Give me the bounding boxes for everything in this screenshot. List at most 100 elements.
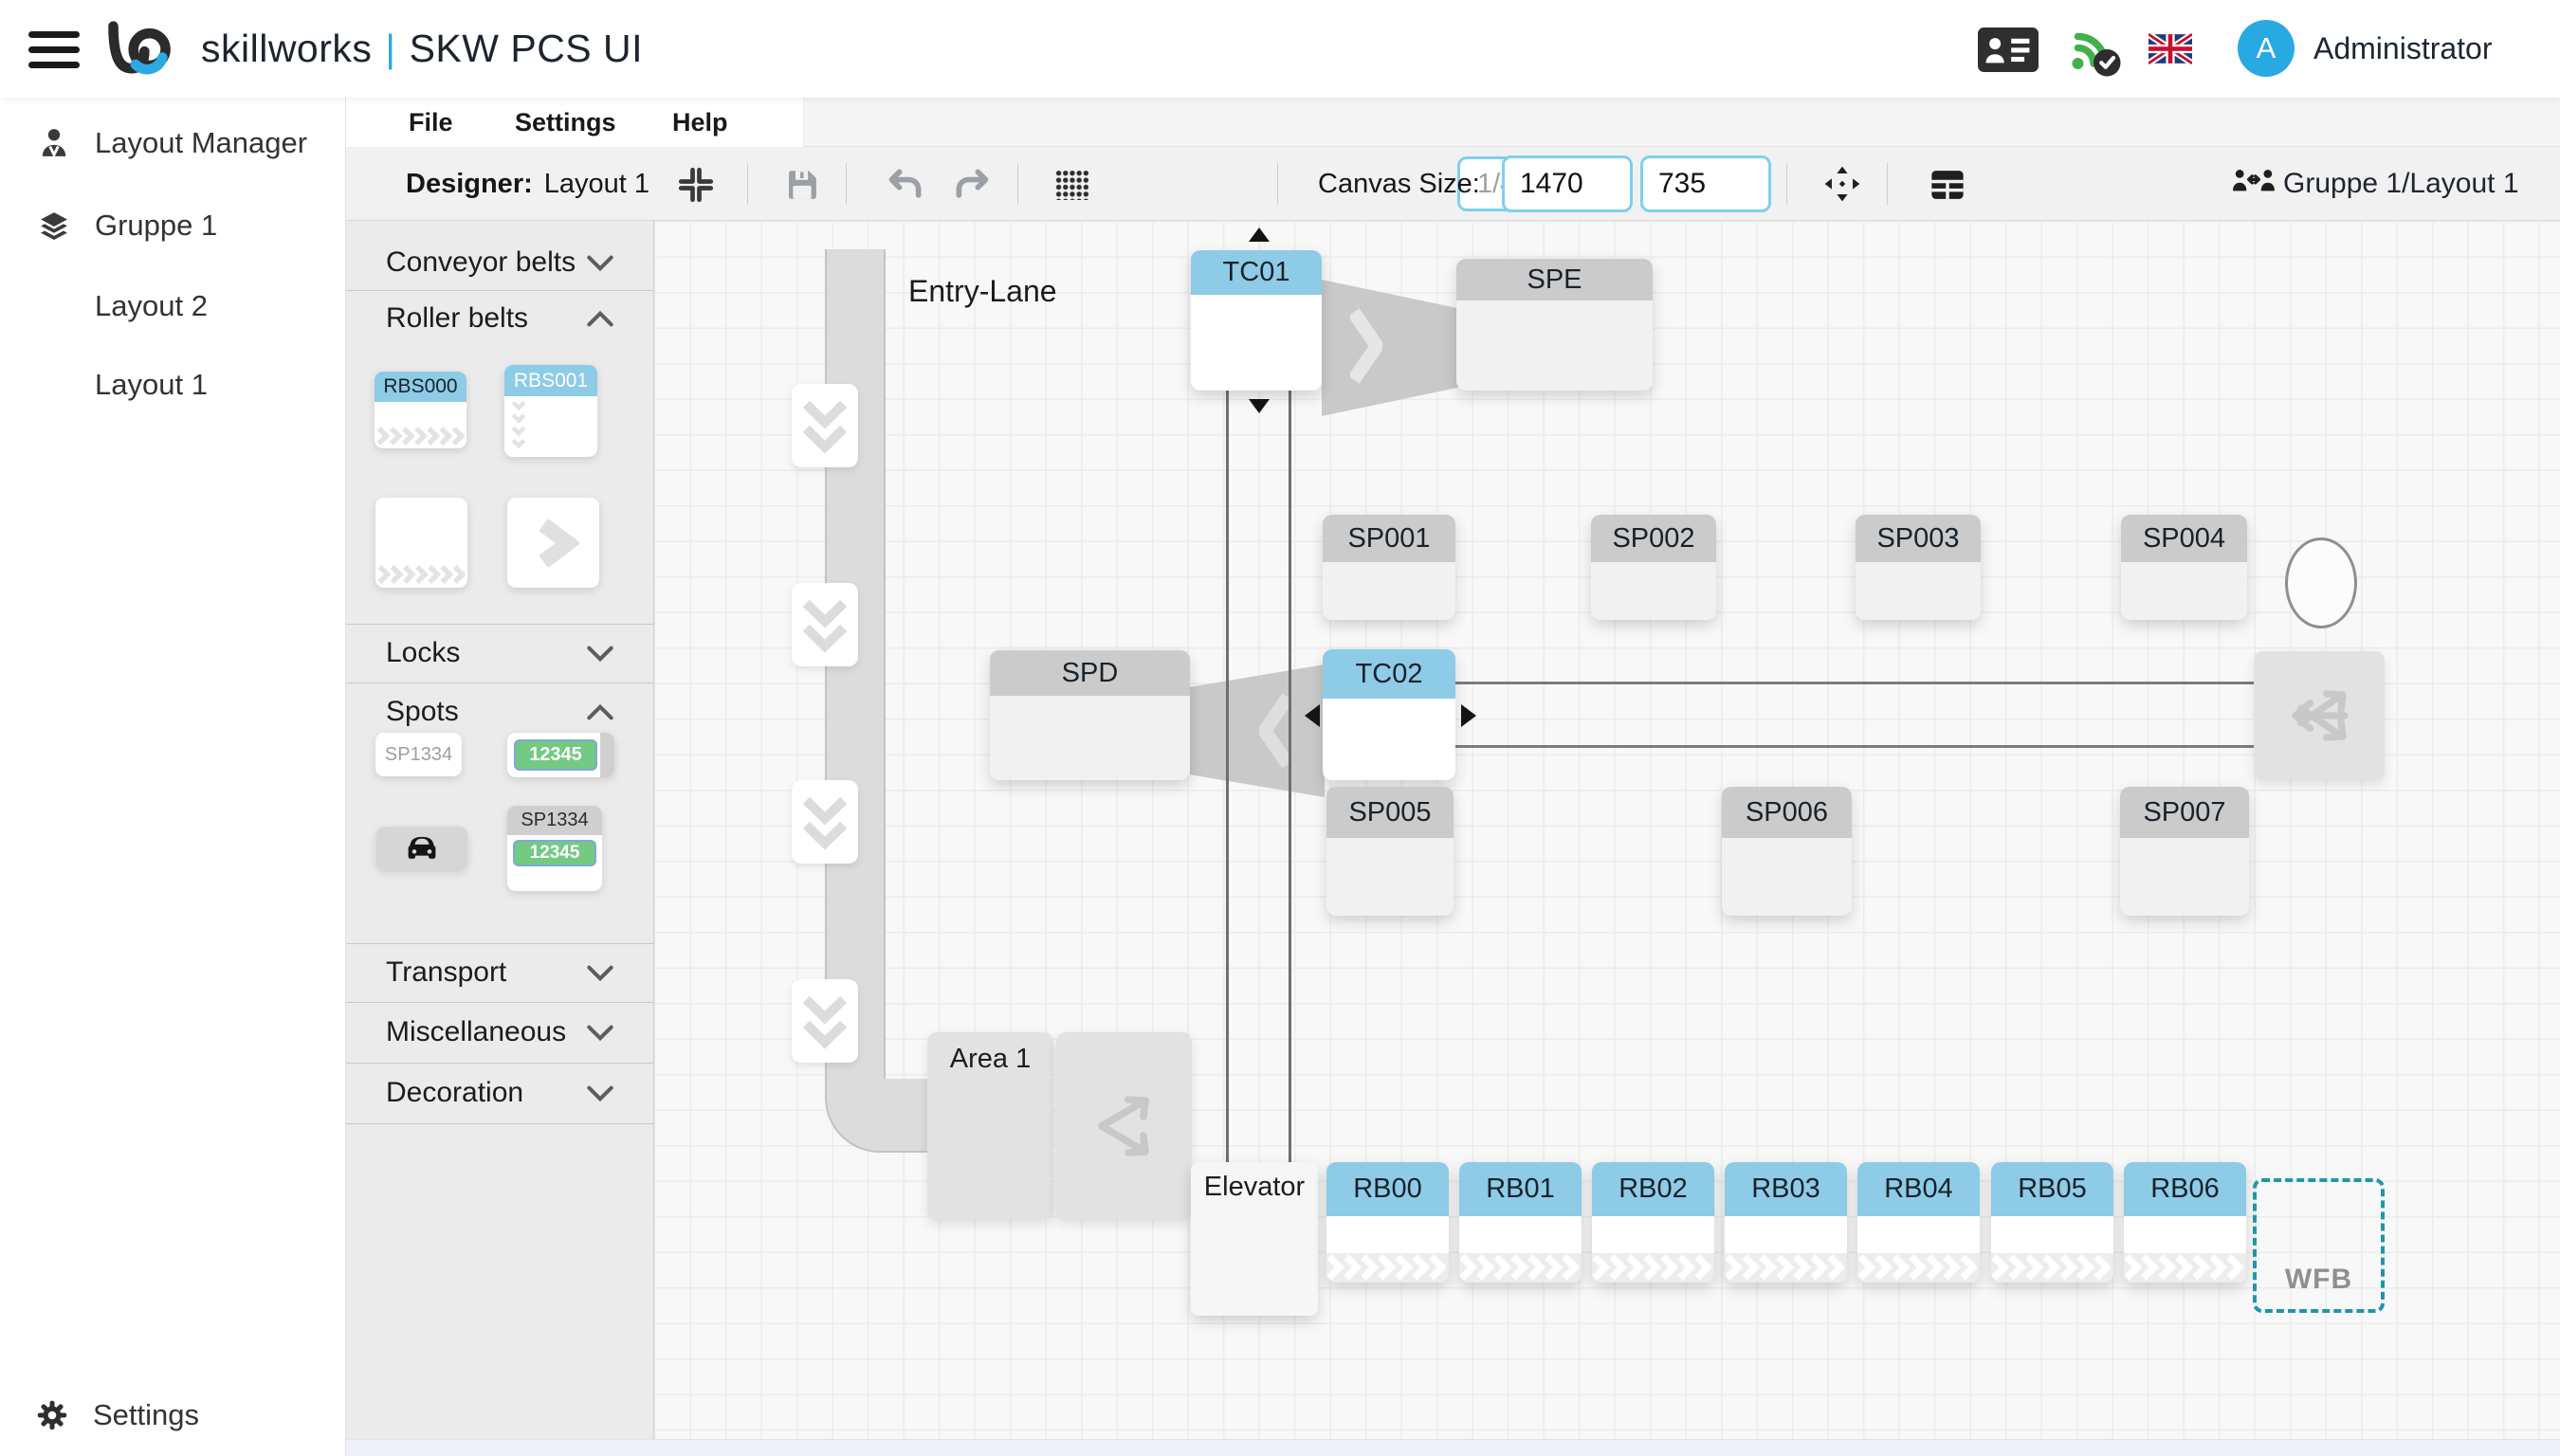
palette-item-belt-plain[interactable]: [375, 498, 467, 588]
node-sp002[interactable]: SP002: [1591, 515, 1716, 620]
tc01-arrow-down-icon[interactable]: [1249, 399, 1270, 413]
route-line-horizontal: [1455, 682, 2254, 684]
section-spots[interactable]: Spots: [346, 683, 654, 740]
section-transport[interactable]: Transport: [346, 944, 654, 1001]
node-rb03[interactable]: RB03: [1725, 1162, 1847, 1283]
node-split[interactable]: [1056, 1032, 1192, 1220]
designer-canvas[interactable]: .belt-block{left:145px;} Entry-Lane TC01…: [654, 221, 2560, 1439]
gear-icon: [34, 1397, 70, 1433]
horizontal-scrollbar-track[interactable]: [346, 1439, 2560, 1456]
canvas-height-input[interactable]: [1640, 155, 1771, 212]
hamburger-menu-icon[interactable]: [28, 31, 82, 69]
node-rb02[interactable]: RB02: [1592, 1162, 1714, 1283]
section-decoration[interactable]: Decoration: [346, 1065, 654, 1121]
node-sp007[interactable]: SP007: [2120, 787, 2249, 916]
menu-settings[interactable]: Settings: [515, 98, 616, 147]
node-crossing[interactable]: [2254, 651, 2385, 780]
node-sp005[interactable]: SP005: [1326, 787, 1454, 916]
node-tc01[interactable]: TC01: [1191, 250, 1322, 391]
user-name[interactable]: Administrator: [2313, 0, 2493, 98]
group-transfer-icon[interactable]: [2231, 167, 2277, 201]
palette-item-tag[interactable]: 12345: [507, 733, 614, 777]
skillworks-logo-icon: [104, 16, 173, 81]
palette-item-spot-tag-combo[interactable]: SP1334 12345: [507, 806, 602, 891]
sidebar-item-layout-2[interactable]: Layout 2: [0, 279, 346, 334]
section-locks[interactable]: Locks: [346, 625, 654, 682]
elevator-label: Elevator: [1191, 1172, 1318, 1203]
node-sp001[interactable]: SP001: [1323, 515, 1455, 620]
connector-tc01-spe: [1322, 280, 1458, 416]
section-roller-belts[interactable]: Roller belts: [346, 290, 654, 347]
move-tool-icon[interactable]: [1822, 164, 1862, 204]
node-sp004[interactable]: SP004: [2121, 515, 2247, 620]
sidebar-item-gruppe-1[interactable]: Gruppe 1: [0, 198, 346, 253]
avatar[interactable]: A: [2238, 20, 2295, 77]
split-arrows-icon: [1079, 1069, 1170, 1183]
node-rb06[interactable]: RB06: [2124, 1162, 2246, 1283]
node-rb01[interactable]: RB01: [1459, 1162, 1582, 1283]
connector-chevron-icon: [1350, 308, 1382, 384]
palette-item-rbs000[interactable]: RBS000: [375, 372, 466, 448]
node-rb04[interactable]: RB04: [1857, 1162, 1980, 1283]
crossing-arrows-icon: [2276, 672, 2363, 759]
menu-help[interactable]: Help: [672, 98, 728, 147]
tag-badge: 12345: [514, 739, 597, 771]
belt-chevron-block[interactable]: [792, 384, 858, 467]
chevron-down-icon: [586, 645, 614, 663]
connection-status-icon[interactable]: [2065, 21, 2122, 78]
chevron-up-icon: [586, 310, 614, 328]
designer-label: Designer: Layout 1: [406, 147, 649, 221]
designer-toolbar: Designer: Layout 1 1/4 Canvas Size:: [346, 147, 2560, 221]
context-breadcrumb[interactable]: Gruppe 1/Layout 1: [2283, 147, 2519, 221]
sidebar-item-layout-manager[interactable]: Layout Manager: [0, 116, 346, 171]
tc02-arrow-left-icon[interactable]: [1305, 704, 1320, 727]
canvas-size-label: Canvas Size:: [1318, 147, 1480, 221]
node-tc02[interactable]: TC02: [1323, 649, 1455, 780]
title-separator: |: [385, 27, 395, 71]
node-wfb[interactable]: WFB: [2253, 1178, 2385, 1313]
section-conveyor-belts[interactable]: Conveyor belts: [346, 234, 654, 291]
sidebar-item-layout-1[interactable]: Layout 1: [0, 357, 346, 412]
combo-spot-label: SP1334: [507, 806, 602, 835]
menu-bar: File Settings Help: [346, 98, 2560, 147]
language-flag-icon[interactable]: [2149, 33, 2192, 64]
section-miscellaneous[interactable]: Miscellaneous: [346, 1004, 654, 1061]
app-header: skillworks | SKW PCS UI A Administrator: [0, 0, 2560, 98]
canvas-width-input[interactable]: [1502, 155, 1633, 212]
car-icon: [400, 833, 444, 864]
node-spe[interactable]: SPE: [1456, 259, 1653, 391]
person-icon: [36, 125, 72, 161]
sidebar-item-settings[interactable]: Settings: [0, 1388, 346, 1443]
save-icon[interactable]: [782, 165, 822, 205]
product-name: SKW PCS UI: [410, 27, 643, 71]
sidebar: Layout Manager Gruppe 1 Layout 2 Layout …: [0, 98, 346, 1456]
grid-toggle-icon[interactable]: [1055, 170, 1089, 200]
node-spd[interactable]: SPD: [990, 650, 1190, 780]
menu-file[interactable]: File: [409, 98, 453, 147]
node-rb05[interactable]: RB05: [1991, 1162, 2113, 1283]
id-card-icon[interactable]: [1978, 27, 2039, 72]
node-rb00[interactable]: RB00: [1326, 1162, 1449, 1283]
belt-chevron-block[interactable]: [792, 979, 858, 1063]
palette-item-belt-arrow[interactable]: [507, 498, 599, 588]
undo-icon[interactable]: [885, 166, 926, 204]
tc01-arrow-up-icon[interactable]: [1249, 228, 1270, 242]
wfb-label: WFB: [2257, 1264, 2381, 1296]
node-sp006[interactable]: SP006: [1722, 787, 1852, 916]
node-sp003[interactable]: SP003: [1856, 515, 1981, 620]
palette-item-rbs001[interactable]: RBS001: [504, 365, 597, 457]
node-circle-spot[interactable]: [2285, 537, 2357, 628]
node-elevator[interactable]: Elevator: [1191, 1162, 1318, 1316]
belt-chevron-block[interactable]: [792, 780, 858, 864]
route-line-vertical: [1289, 391, 1291, 1164]
chevron-down-icon: [586, 1024, 614, 1042]
node-area-1[interactable]: Area 1: [927, 1032, 1053, 1220]
palette-item-car-spot[interactable]: [376, 827, 467, 870]
redo-icon[interactable]: [951, 166, 993, 204]
belt-chevron-block[interactable]: [792, 583, 858, 666]
entry-lane-label: Entry-Lane: [908, 274, 1057, 309]
collapse-panel-icon[interactable]: [676, 165, 716, 205]
table-view-icon[interactable]: [1928, 165, 1967, 205]
tc02-arrow-right-icon[interactable]: [1461, 704, 1476, 727]
palette-item-spot[interactable]: SP1334: [375, 733, 462, 776]
